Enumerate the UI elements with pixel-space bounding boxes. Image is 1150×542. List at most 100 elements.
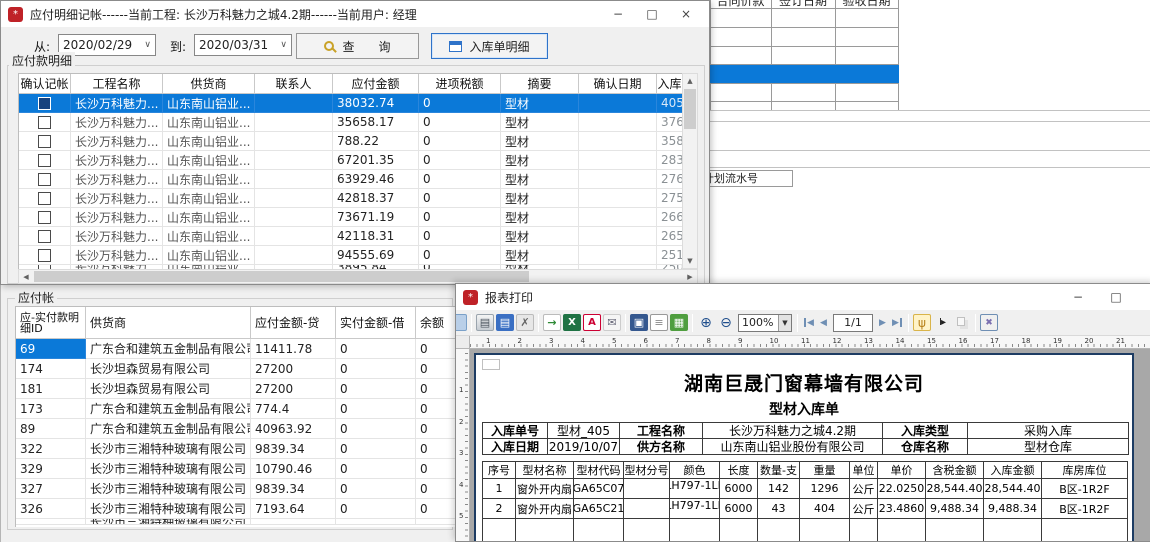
table-row[interactable]: 长沙万科魅力...山东南山铝业...38032.740型材405 [19,94,682,113]
checkbox[interactable] [38,135,51,148]
table-row[interactable]: 326长沙市三湘特种玻璃有限公司7193.6400 [16,499,456,519]
printer-icon[interactable]: ▤ [476,314,494,331]
checkbox[interactable] [38,249,51,262]
column-header[interactable]: 应付金额 [333,74,419,94]
grid-icon[interactable]: ▦ [670,314,688,331]
close-button[interactable]: × [1137,284,1150,310]
maximize-button[interactable]: □ [1099,284,1133,310]
column-header[interactable]: 实付金额-借 [336,307,416,339]
checkbox[interactable] [38,211,51,224]
table-row[interactable]: 89广东合和建筑五金制品有限公司40963.9200 [16,419,456,439]
column-header[interactable]: 工程名称 [71,74,163,94]
export-excel-icon[interactable]: X [563,314,581,331]
table-row[interactable]: 长沙万科魅力...山东南山铝业...35658.170型材376 [19,113,682,132]
checkbox[interactable] [38,230,51,243]
column-header[interactable]: 确认记帐 [19,74,71,94]
column-header[interactable]: 供货商 [163,74,255,94]
checkbox[interactable] [38,173,51,186]
table-row[interactable]: 长沙万科魅力...山东南山铝业...788.220型材358 [19,132,682,151]
report-designer-icon[interactable] [456,314,467,331]
horizontal-scrollbar[interactable]: ◀ ▶ [18,269,698,284]
checkbox-cell[interactable] [19,227,71,246]
maximize-button[interactable]: □ [635,1,669,27]
last-page-button[interactable]: ▶ [890,318,905,328]
previous-page-button[interactable]: ◀ [816,318,831,328]
checkbox-cell[interactable] [19,246,71,265]
title-bar[interactable]: * 报表打印 [456,284,1150,310]
table-row[interactable]: 173广东合和建筑五金制品有限公司774.400 [16,399,456,419]
table-row[interactable]: 长沙万科魅力...山东南山铝业...67201.350型材283 [19,151,682,170]
table-row[interactable]: 69广东合和建筑五金制品有限公司11411.7800 [16,339,456,359]
table-row[interactable]: 长沙万科魅力...山东南山铝业...63929.460型材276 [19,170,682,189]
close-preview-icon[interactable]: ✖ [980,314,998,331]
table-row[interactable]: 长沙市三湘特种玻璃有限公司 [16,519,456,525]
scroll-right-icon[interactable]: ▶ [683,270,697,284]
column-header[interactable]: 进项税额 [419,74,501,94]
query-button[interactable]: 查 询 [296,33,419,59]
table-row[interactable]: 长沙万科魅力...山东南山铝业...42118.310型材265 [19,227,682,246]
checkbox-cell[interactable] [19,170,71,189]
options-icon[interactable]: ✗ [516,314,534,331]
to-date-select[interactable]: 2020/03/31 ∨ [194,34,292,56]
checkbox-cell[interactable] [19,94,71,113]
scroll-left-icon[interactable]: ◀ [19,270,33,284]
minimize-button[interactable]: − [601,1,635,27]
export-pdf-icon[interactable]: A [583,314,601,331]
table-row[interactable]: 327长沙市三湘特种玻璃有限公司9839.3400 [16,479,456,499]
column-header[interactable]: 确认日期 [579,74,657,94]
column-header[interactable]: 摘要 [501,74,579,94]
close-button[interactable]: × [669,1,703,27]
chevron-down-icon[interactable]: ▼ [778,315,791,331]
scroll-up-icon[interactable]: ▲ [683,74,697,88]
table-cell[interactable]: 173 [16,399,86,419]
hand-tool-icon[interactable]: ψ [913,314,931,331]
vertical-scrollbar[interactable]: ▲ ▼ [682,73,698,269]
inbound-detail-button[interactable]: 入库单明细 [431,33,548,59]
zoom-out-icon[interactable]: ⊖ [717,314,735,331]
table-row[interactable]: 174长沙坦森贸易有限公司2720000 [16,359,456,379]
table-cell[interactable] [16,519,86,525]
export-icon[interactable]: → [543,314,561,331]
checkbox[interactable] [38,192,51,205]
table-cell[interactable]: 174 [16,359,86,379]
table-cell[interactable]: 329 [16,459,86,479]
table-row[interactable]: 181长沙坦森贸易有限公司2720000 [16,379,456,399]
selected-row[interactable] [710,65,899,83]
scrollbar-thumb[interactable] [34,271,529,282]
table-row[interactable]: 长沙万科魅力...山东南山铝业...42818.370型材275 [19,189,682,208]
scrollbar-thumb[interactable] [684,89,696,129]
checkbox[interactable] [38,154,51,167]
checkbox-cell[interactable] [19,151,71,170]
column-header[interactable]: 应-实付款明 细ID [16,307,86,339]
export-mail-icon[interactable]: ✉ [603,314,621,331]
copy-icon[interactable] [953,314,971,331]
next-page-button[interactable]: ▶ [875,318,890,328]
checkbox-cell[interactable] [19,132,71,151]
table-row[interactable]: 长沙万科魅力...山东南山铝业...73671.190型材266 [19,208,682,227]
page-number-input[interactable]: 1/1 [833,314,873,332]
table-cell[interactable]: 181 [16,379,86,399]
table-cell[interactable]: 326 [16,499,86,519]
table-row[interactable]: 322长沙市三湘特种玻璃有限公司9839.3400 [16,439,456,459]
checkbox-cell[interactable] [19,113,71,132]
book-icon[interactable]: ▤ [496,314,514,331]
table-cell[interactable]: 327 [16,479,86,499]
scroll-down-icon[interactable]: ▼ [683,254,697,268]
table-cell[interactable]: 322 [16,439,86,459]
checkbox[interactable] [38,97,51,110]
column-header[interactable]: 余额 [416,307,456,339]
table-row[interactable]: 长沙万科魅力...山东南山铝业...94555.690型材251 [19,246,682,265]
zoom-in-icon[interactable]: ⊕ [697,314,715,331]
table-cell[interactable]: 89 [16,419,86,439]
checkbox-cell[interactable] [19,189,71,208]
minimize-button[interactable]: − [1061,284,1095,310]
checkbox-cell[interactable] [19,208,71,227]
column-header[interactable]: 联系人 [255,74,333,94]
column-header[interactable]: 供货商 [86,307,251,339]
zoom-level-select[interactable]: 100% ▼ [738,314,792,332]
column-header[interactable]: 入库 [657,74,682,94]
first-page-button[interactable]: ◀ [801,318,816,328]
save-icon[interactable]: ▣ [630,314,648,331]
page-setup-icon[interactable]: ≡ [650,314,668,331]
table-row[interactable]: 329长沙市三湘特种玻璃有限公司10790.4600 [16,459,456,479]
